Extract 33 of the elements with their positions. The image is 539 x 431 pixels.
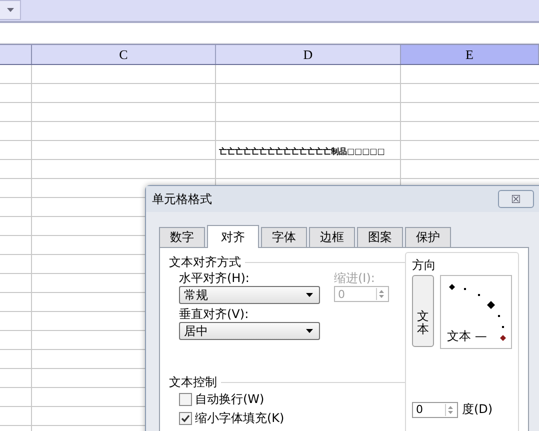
group-title: 文本对齐方式	[169, 254, 241, 270]
column-header[interactable]: C	[32, 45, 216, 64]
group-title: 文本控制	[169, 374, 217, 390]
checkbox[interactable]	[179, 412, 192, 425]
checkbox[interactable]	[179, 393, 192, 406]
close-button[interactable]: ☒	[498, 190, 534, 208]
field-label: 缩进(I):	[334, 270, 376, 286]
field-label: 垂直对齐(V):	[179, 306, 250, 322]
cell-text: 亡亡亡亡亡亡亡亡亡亡亡亡亡亡制品□□□□□	[219, 146, 385, 157]
caret-icon[interactable]	[306, 293, 313, 297]
spinner-arrows-icon[interactable]	[445, 404, 455, 416]
orientation-dial[interactable]: 文本 —	[440, 275, 512, 349]
dial-text: 文本 —	[447, 328, 487, 345]
checkbox-label: 缩小字体填充(K)	[195, 410, 284, 427]
field-label: 水平对齐(H):	[179, 270, 250, 286]
caret-icon	[6, 8, 14, 12]
tab[interactable]: 数字	[159, 227, 205, 247]
vertical-text-button[interactable]: 文本	[412, 275, 434, 347]
tab[interactable]: 图案	[357, 227, 403, 247]
tab[interactable]: 保护	[405, 227, 451, 247]
degrees-spinner[interactable]: 0	[412, 402, 458, 418]
tab[interactable]: 边框	[309, 227, 355, 247]
window-title: 单元格格式	[152, 190, 212, 208]
column-header[interactable]: E	[401, 45, 539, 64]
horizontal-select[interactable]: 常规	[179, 286, 320, 304]
dropdown-button[interactable]	[0, 0, 21, 20]
caret-icon[interactable]	[306, 329, 313, 333]
vertical-select[interactable]: 居中	[179, 322, 320, 340]
checkbox-label: 自动换行(W)	[195, 391, 264, 408]
tab[interactable]: 字体	[261, 227, 307, 247]
tab[interactable]: 对齐	[207, 225, 259, 248]
field-label: 度(D)	[462, 401, 493, 418]
group-title: 方向	[412, 256, 436, 274]
